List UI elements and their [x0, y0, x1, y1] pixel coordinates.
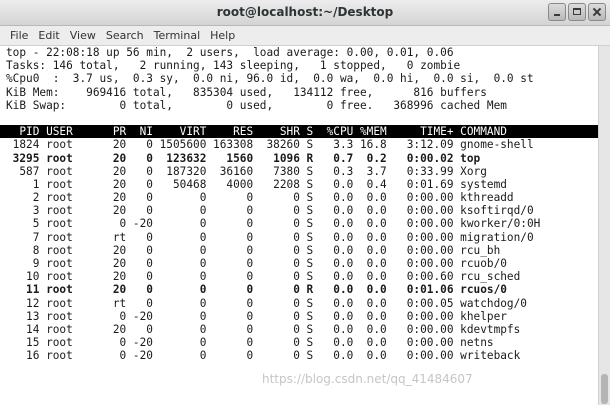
window-controls	[548, 3, 606, 21]
table-row: 11 root 20 0 0 0 0 R 0.0 0.0 0:01.06 rcu…	[6, 283, 507, 297]
menu-file[interactable]: File	[5, 27, 33, 45]
table-row: 8 root 20 0 0 0 0 S 0.0 0.0 0:00.00 rcu_…	[6, 243, 501, 257]
minimize-icon	[549, 4, 565, 20]
menu-help[interactable]: Help	[205, 27, 240, 45]
tasks-line: Tasks: 146 total, 2 running, 143 sleepin…	[6, 59, 461, 73]
table-row: 7 root rt 0 0 0 0 S 0.0 0.0 0:00.00 migr…	[6, 230, 534, 244]
menu-search[interactable]: Search	[101, 27, 149, 45]
close-icon	[589, 4, 605, 20]
table-row: 1 root 20 0 50468 4000 2208 S 0.0 0.4 0:…	[6, 177, 507, 191]
table-row: 13 root 0 -20 0 0 0 S 0.0 0.0 0:00.00 kh…	[6, 309, 507, 323]
table-row: 9 root 20 0 0 0 0 S 0.0 0.0 0:00.00 rcuo…	[6, 257, 507, 270]
table-row: 587 root 20 0 187320 36160 7380 S 0.3 3.…	[6, 164, 487, 178]
menu-terminal[interactable]: Terminal	[149, 27, 206, 45]
cpu-line: %Cpu0 : 3.7 us, 0.3 sy, 0.0 ni, 96.0 id,…	[6, 72, 534, 86]
uptime-line: top - 22:08:18 up 56 min, 2 users, load …	[6, 46, 454, 59]
table-row: 1824 root 20 0 1505600 163308 38260 S 3.…	[6, 138, 534, 152]
close-button[interactable]	[588, 3, 606, 21]
terminal-window: root@localhost:~/Desktop File Edit View …	[0, 0, 610, 405]
table-row: 3 root 20 0 0 0 0 S 0.0 0.0 0:00.00 ksof…	[6, 204, 534, 218]
title-bar[interactable]: root@localhost:~/Desktop	[0, 0, 610, 26]
swap-line: KiB Swap: 0 total, 0 used, 0 free. 36899…	[6, 98, 507, 112]
table-row: 3295 root 20 0 123632 1560 1096 R 0.7 0.…	[6, 151, 481, 165]
vertical-scrollbar[interactable]	[598, 46, 610, 405]
minimize-button[interactable]	[548, 3, 566, 21]
mem-line: KiB Mem: 969416 total, 835304 used, 1341…	[6, 85, 487, 99]
maximize-button[interactable]	[568, 3, 586, 21]
maximize-icon	[569, 4, 585, 20]
table-row: 15 root 0 -20 0 0 0 S 0.0 0.0 0:00.00 ne…	[6, 336, 494, 350]
window-title: root@localhost:~/Desktop	[216, 5, 394, 19]
menu-view[interactable]: View	[65, 27, 101, 45]
table-row: 14 root 20 0 0 0 0 S 0.0 0.0 0:00.00 kde…	[6, 322, 521, 336]
process-table-header: PID USER PR NI VIRT RES SHR S %CPU %MEM …	[0, 125, 598, 139]
terminal-output[interactable]: top - 22:08:18 up 56 min, 2 users, load …	[0, 46, 598, 405]
scrollbar-thumb[interactable]	[601, 374, 608, 404]
process-table: 1824 root 20 0 1505600 163308 38260 S 3.…	[0, 138, 598, 362]
table-row: 16 root 0 -20 0 0 0 S 0.0 0.0 0:00.00 wr…	[6, 349, 521, 363]
table-row: 12 root rt 0 0 0 0 S 0.0 0.0 0:00.05 wat…	[6, 296, 527, 310]
table-row: 2 root 20 0 0 0 0 S 0.0 0.0 0:00.00 kthr…	[6, 191, 514, 205]
menu-bar: File Edit View Search Terminal Help	[0, 26, 610, 46]
table-row: 10 root 20 0 0 0 0 S 0.0 0.0 0:00.60 rcu…	[6, 270, 521, 284]
table-row: 5 root 0 -20 0 0 0 S 0.0 0.0 0:00.00 kwo…	[6, 217, 541, 231]
menu-edit[interactable]: Edit	[33, 27, 64, 45]
